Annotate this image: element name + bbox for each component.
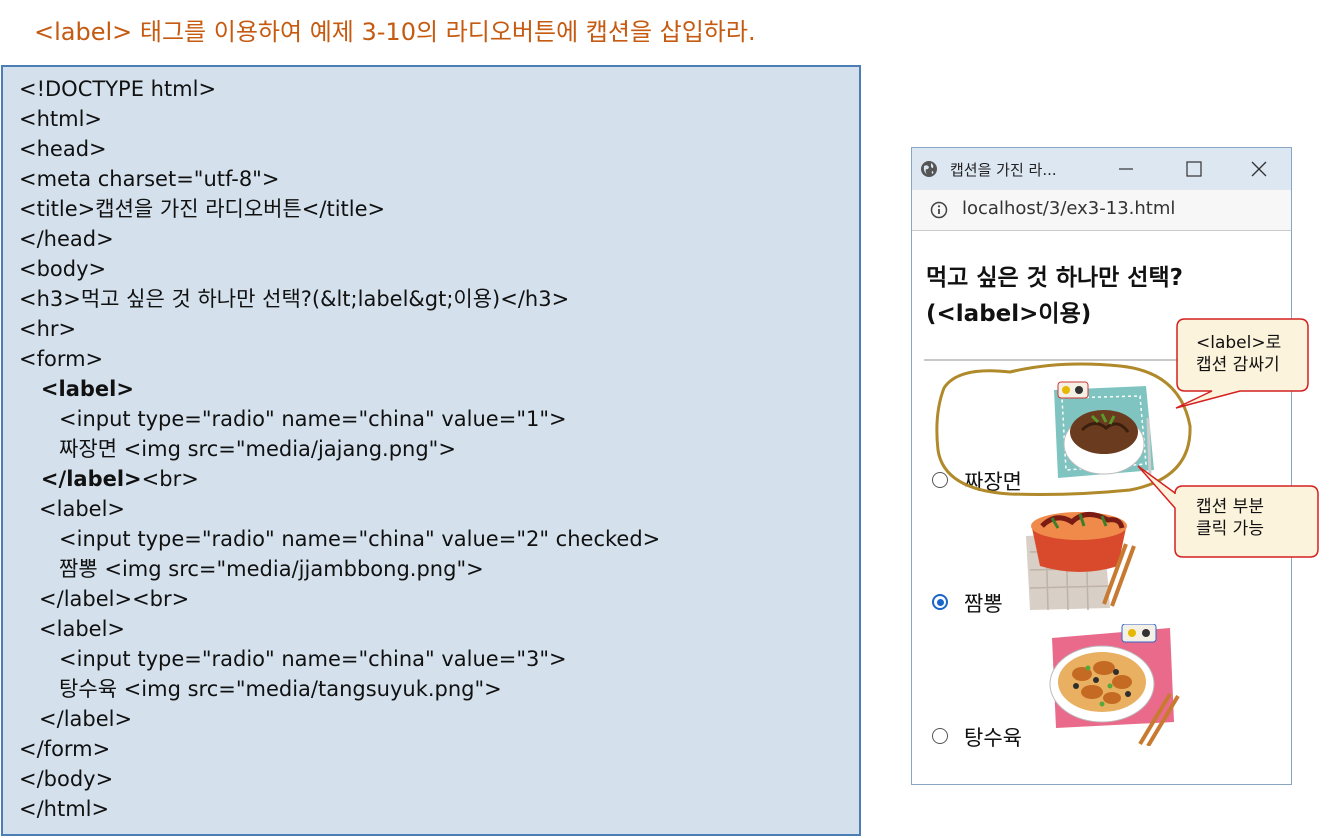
annotation-overlay — [935, 318, 1319, 558]
highlight-loop — [935, 362, 1192, 496]
callout-wrap-caption: <label>로 캡션 감싸기 — [1196, 333, 1282, 375]
callout-clickable: 캡션 부분 클릭 가능 — [1196, 497, 1264, 539]
